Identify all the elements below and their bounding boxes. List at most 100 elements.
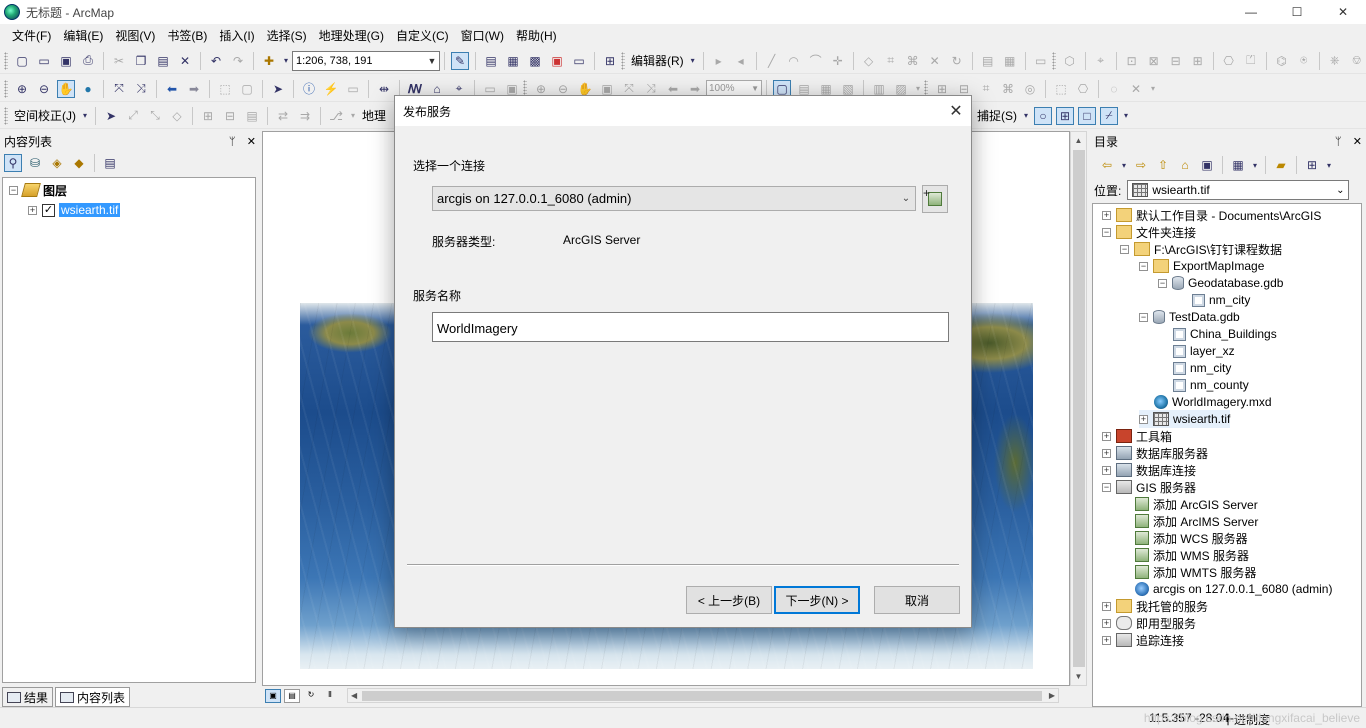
catalog-item-nm-city-2[interactable]: nm_city	[1173, 359, 1231, 377]
zoom-in-icon[interactable]: ⊕	[13, 80, 31, 98]
expand-icon[interactable]: +	[1139, 414, 1148, 424]
reshape-icon[interactable]: ⌗	[882, 52, 900, 70]
paste-icon[interactable]: ▤	[154, 52, 172, 70]
options-icon[interactable]: ▤	[101, 154, 119, 172]
expand-icon[interactable]: +	[1102, 210, 1111, 220]
identify-icon[interactable]: ⓘ	[300, 80, 318, 98]
modelbuilder-icon[interactable]: ⊞	[601, 52, 619, 70]
ext-tool-7-icon[interactable]: ⎔	[1074, 80, 1092, 98]
catalog-item-db-connections[interactable]: + 数据库连接	[1102, 461, 1196, 479]
forward-icon[interactable]: ⇨	[1132, 156, 1150, 174]
toolbar-overflow-icon[interactable]: ▾	[1325, 156, 1333, 174]
new-displacement-link-icon[interactable]: ⤢	[124, 107, 142, 125]
ext-tool-5-icon[interactable]: ◎	[1021, 80, 1039, 98]
edit-tool-icon[interactable]: ▸	[710, 52, 728, 70]
catalog-item-world-mxd[interactable]: WorldImagery.mxd	[1154, 393, 1272, 411]
catalog-item-nm-city-1[interactable]: nm_city	[1192, 291, 1250, 309]
views-icon[interactable]: ▦	[1229, 156, 1247, 174]
georef-tool-1-icon[interactable]: ⌖	[1092, 52, 1110, 70]
georef-tool-11-icon[interactable]: ⎊	[1348, 52, 1366, 70]
toolbar-overflow-icon[interactable]: ▾	[1122, 107, 1130, 125]
arctoolbox-icon[interactable]: ▣	[548, 52, 566, 70]
catalog-item-arcgis-connection[interactable]: arcgis on 127.0.0.1_6080 (admin)	[1135, 580, 1332, 598]
back-icon[interactable]: ⇦	[1098, 156, 1116, 174]
catalog-item-add-wmts[interactable]: 添加 WMTS 服务器	[1135, 563, 1256, 581]
vertex-snapping-icon[interactable]: □	[1078, 106, 1097, 125]
menu-bookmarks[interactable]: 书签(B)	[161, 25, 213, 47]
expand-icon[interactable]: +	[1102, 635, 1111, 645]
collapse-icon[interactable]: −	[1139, 261, 1148, 271]
multi-link-icon[interactable]: ◇	[168, 107, 186, 125]
split-icon[interactable]: ✕	[926, 52, 944, 70]
identity-link-icon[interactable]: ⊞	[199, 107, 217, 125]
georef-tool-3-icon[interactable]: ⊠	[1145, 52, 1163, 70]
catalog-item-gis-servers[interactable]: − GIS 服务器	[1102, 478, 1196, 496]
modify-link-icon[interactable]: ⤡	[146, 107, 164, 125]
catalog-item-testdata[interactable]: − TestData.gdb	[1139, 308, 1240, 326]
layers-dataframe[interactable]: − 图层	[9, 181, 67, 199]
scroll-left-icon[interactable]: ◀	[351, 689, 357, 702]
catalog-item-toolbox[interactable]: + 工具箱	[1102, 427, 1172, 445]
redo-icon[interactable]: ↷	[229, 52, 247, 70]
next-button[interactable]: 下一步(N) >	[774, 586, 860, 614]
service-name-input[interactable]	[432, 312, 949, 342]
maximize-button[interactable]: ☐	[1274, 0, 1320, 24]
georef-tool-7-icon[interactable]: ⏍	[1242, 52, 1260, 70]
catalog-item-wsiearth[interactable]: + wsiearth.tif	[1139, 410, 1231, 428]
catalog-item-export-map-image[interactable]: − ExportMapImage	[1139, 257, 1264, 275]
menu-windows[interactable]: 窗口(W)	[455, 25, 510, 47]
editor-dropdown-icon[interactable]: ▾	[689, 52, 697, 70]
connect-folder-icon[interactable]: ▣	[1198, 156, 1216, 174]
up-one-level-icon[interactable]: ⇧	[1154, 156, 1172, 174]
georef-tool-9-icon[interactable]: ⍟	[1295, 52, 1313, 70]
search-window-icon[interactable]: ▩	[526, 52, 544, 70]
toc-window-icon[interactable]: ▤	[482, 52, 500, 70]
zoom-out-icon[interactable]: ⊖	[35, 80, 53, 98]
expand-icon[interactable]: +	[1102, 465, 1111, 475]
catalog-window-icon[interactable]: ▦	[504, 52, 522, 70]
menu-customize[interactable]: 自定义(C)	[390, 25, 455, 47]
menu-selection[interactable]: 选择(S)	[261, 25, 313, 47]
catalog-item-geodatabase[interactable]: − Geodatabase.gdb	[1158, 274, 1283, 292]
clear-selection-icon[interactable]: ▢	[238, 80, 256, 98]
toggle-contents-icon[interactable]: ⊞	[1303, 156, 1321, 174]
catalog-item-add-wms[interactable]: 添加 WMS 服务器	[1135, 546, 1249, 564]
topology-icon[interactable]: ⬡	[1061, 52, 1079, 70]
attributes-icon[interactable]: ▤	[979, 52, 997, 70]
georef-tool-5-icon[interactable]: ⊞	[1189, 52, 1207, 70]
home-icon[interactable]: ⌂	[1176, 156, 1194, 174]
pause-drawing-icon[interactable]: Ⅱ	[322, 689, 338, 703]
pin-icon[interactable]: ᛘ	[1335, 136, 1342, 148]
edit-vertices-icon[interactable]: ◇	[860, 52, 878, 70]
pan-icon[interactable]: ✋	[57, 79, 75, 98]
collapse-icon[interactable]: −	[1102, 227, 1111, 237]
catalog-item-china-buildings[interactable]: China_Buildings	[1173, 325, 1277, 343]
layout-view-icon[interactable]: ▤	[284, 688, 300, 703]
refresh-icon[interactable]: ↻	[303, 689, 319, 703]
print-icon[interactable]: ⎙	[79, 52, 97, 70]
hscroll-thumb[interactable]	[362, 691, 1042, 701]
add-data-dropdown-icon[interactable]: ▾	[282, 52, 290, 70]
pin-icon[interactable]: ᛘ	[229, 136, 236, 148]
views-dropdown-icon[interactable]: ▾	[1251, 156, 1259, 174]
rotate-icon[interactable]: ↻	[948, 52, 966, 70]
sketch-properties-icon[interactable]: ▦	[1001, 52, 1019, 70]
toolbar-overflow-icon[interactable]: ▾	[349, 107, 357, 125]
close-panel-icon[interactable]: ✕	[247, 136, 256, 148]
ext-tool-8-icon[interactable]: ◌	[1105, 80, 1123, 98]
add-data-icon[interactable]: ✚	[260, 52, 278, 70]
back-dropdown-icon[interactable]: ▾	[1120, 156, 1128, 174]
menu-help[interactable]: 帮助(H)	[510, 25, 563, 47]
cut-polygons-icon[interactable]: ⌘	[904, 52, 922, 70]
catalog-item-tracking[interactable]: + 追踪连接	[1102, 631, 1184, 649]
layer-visibility-checkbox[interactable]: ✓	[42, 203, 55, 217]
scroll-thumb[interactable]	[1073, 150, 1085, 667]
select-elements-icon[interactable]: ➤	[269, 80, 287, 98]
catalog-item-default-dir[interactable]: + 默认工作目录 - Documents\ArcGIS	[1102, 206, 1321, 224]
menu-geoprocessing[interactable]: 地理处理(G)	[313, 25, 390, 47]
list-by-source-icon[interactable]: ⛁	[26, 154, 44, 172]
go-back-icon[interactable]: ⬅	[163, 80, 181, 98]
catalog-item-db-servers[interactable]: + 数据库服务器	[1102, 444, 1208, 462]
ext-tool-3-icon[interactable]: ⌗	[977, 80, 995, 98]
add-connection-button[interactable]	[922, 185, 948, 213]
